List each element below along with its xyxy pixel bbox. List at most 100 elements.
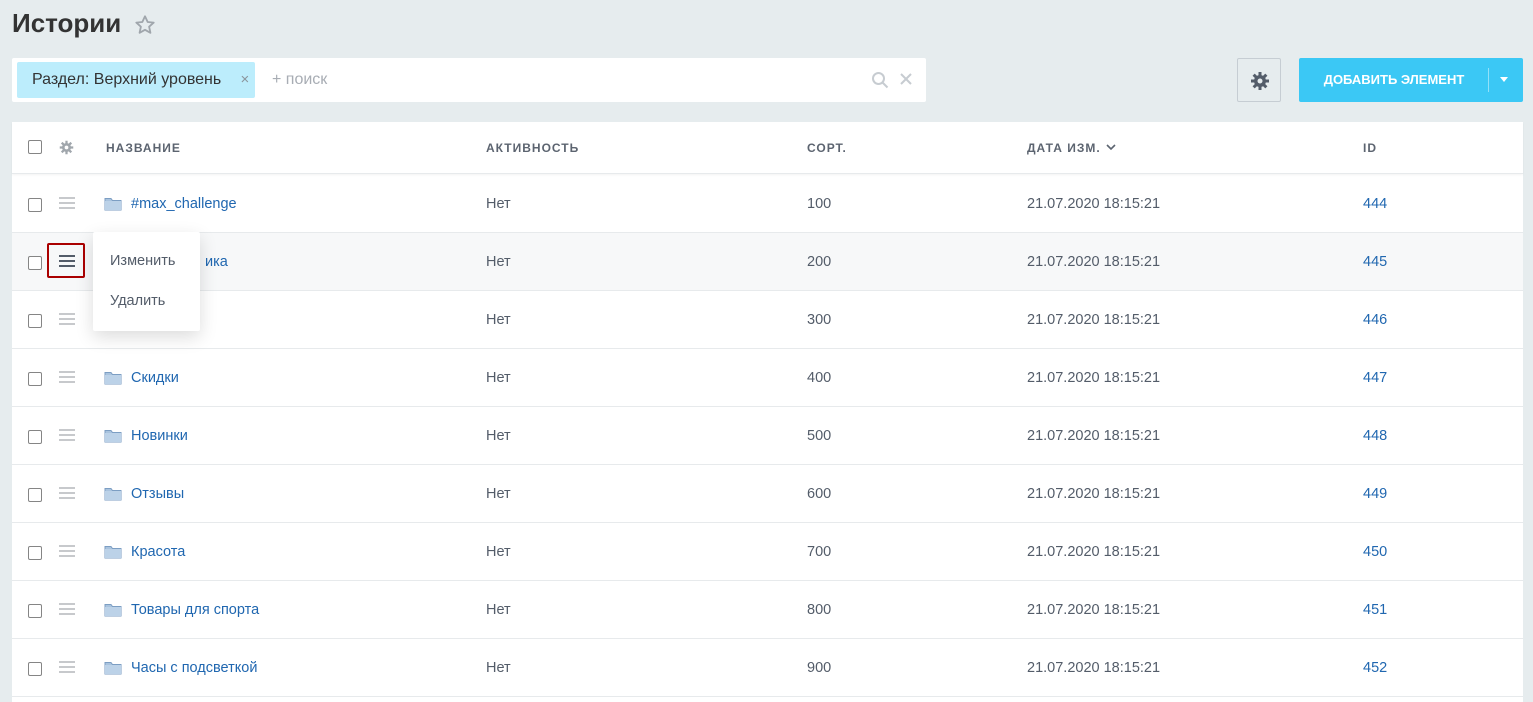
- row-date: 21.07.2020 18:15:21: [1027, 660, 1161, 676]
- folder-icon: [104, 602, 122, 617]
- chevron-down-icon[interactable]: [1500, 77, 1508, 82]
- row-date: 21.07.2020 18:15:21: [1027, 602, 1161, 618]
- row-active: Нет: [486, 428, 511, 444]
- filter-chip-label: Раздел: Верхний уровень: [32, 71, 222, 88]
- row-menu-icon[interactable]: [59, 661, 75, 675]
- filter-bar[interactable]: Раздел: Верхний уровень × + поиск: [12, 58, 926, 102]
- table-row[interactable]: Скидки Нет 400 21.07.2020 18:15:21 447: [12, 349, 1523, 407]
- row-sort: 600: [807, 486, 832, 502]
- row-name[interactable]: Часы с подсветкой: [131, 639, 257, 697]
- row-checkbox[interactable]: [28, 488, 42, 502]
- row-checkbox[interactable]: [28, 546, 42, 560]
- row-id[interactable]: 451: [1363, 581, 1387, 639]
- folder-icon: [104, 428, 122, 443]
- row-sort: 200: [807, 254, 832, 270]
- row-name[interactable]: Отзывы: [131, 465, 184, 523]
- row-name[interactable]: Красота: [131, 523, 185, 581]
- row-sort: 800: [807, 602, 832, 618]
- row-active: Нет: [486, 486, 511, 502]
- folder-icon: [104, 660, 122, 675]
- star-icon[interactable]: [134, 14, 156, 36]
- row-name[interactable]: Новинки: [131, 407, 188, 465]
- row-date: 21.07.2020 18:15:21: [1027, 254, 1161, 270]
- row-id[interactable]: 444: [1363, 175, 1387, 233]
- row-active: Нет: [486, 544, 511, 560]
- data-grid: НАЗВАНИЕ АКТИВНОСТЬ СОРТ. ДАТА ИЗМ. ID #…: [12, 122, 1523, 702]
- folder-icon: [104, 370, 122, 385]
- row-checkbox[interactable]: [28, 430, 42, 444]
- row-active: Нет: [486, 370, 511, 386]
- gear-icon[interactable]: [59, 140, 74, 155]
- search-icon[interactable]: [871, 71, 889, 89]
- row-menu-icon[interactable]: [59, 371, 75, 385]
- row-sort: 400: [807, 370, 832, 386]
- row-date: 21.07.2020 18:15:21: [1027, 428, 1161, 444]
- row-id[interactable]: 449: [1363, 465, 1387, 523]
- row-sort: 100: [807, 196, 832, 212]
- row-sort: 500: [807, 428, 832, 444]
- column-header-sort[interactable]: СОРТ.: [807, 122, 847, 174]
- row-menu-icon[interactable]: [59, 313, 75, 327]
- column-header-name[interactable]: НАЗВАНИЕ: [106, 122, 181, 174]
- row-checkbox[interactable]: [28, 662, 42, 676]
- row-checkbox[interactable]: [28, 198, 42, 212]
- table-row[interactable]: ика Нет 200 21.07.2020 18:15:21 445: [12, 233, 1523, 291]
- row-menu-icon[interactable]: [59, 255, 75, 269]
- row-sort: 700: [807, 544, 832, 560]
- search-input[interactable]: + поиск: [272, 58, 327, 102]
- row-sort: 300: [807, 312, 832, 328]
- page-title: Истории: [12, 8, 122, 38]
- row-date: 21.07.2020 18:15:21: [1027, 312, 1161, 328]
- gear-icon: [1251, 72, 1269, 90]
- grid-header: НАЗВАНИЕ АКТИВНОСТЬ СОРТ. ДАТА ИЗМ. ID: [12, 122, 1523, 174]
- column-header-date[interactable]: ДАТА ИЗМ.: [1027, 122, 1101, 174]
- row-name[interactable]: ика: [205, 233, 228, 291]
- filter-chip[interactable]: Раздел: Верхний уровень ×: [17, 62, 256, 98]
- row-name[interactable]: Скидки: [131, 349, 179, 407]
- row-menu-icon[interactable]: [59, 545, 75, 559]
- table-row[interactable]: Новинки Нет 500 21.07.2020 18:15:21 448: [12, 407, 1523, 465]
- row-name[interactable]: Товары для спорта: [131, 581, 259, 639]
- row-id[interactable]: 450: [1363, 523, 1387, 581]
- row-id[interactable]: 445: [1363, 233, 1387, 291]
- row-id[interactable]: 447: [1363, 349, 1387, 407]
- column-header-id[interactable]: ID: [1363, 122, 1377, 174]
- row-id[interactable]: 448: [1363, 407, 1387, 465]
- row-menu-icon[interactable]: [59, 429, 75, 443]
- add-button-divider: [1488, 68, 1489, 92]
- row-menu-icon[interactable]: [59, 603, 75, 617]
- settings-button[interactable]: [1237, 58, 1281, 102]
- table-row[interactable]: Товары для спорта Нет 800 21.07.2020 18:15:…: [12, 581, 1523, 639]
- folder-icon: [104, 486, 122, 501]
- table-row[interactable]: Красота Нет 700 21.07.2020 18:15:21 450: [12, 523, 1523, 581]
- add-element-button-label: ДОБАВИТЬ ЭЛЕМЕНТ: [1323, 72, 1465, 87]
- row-active: Нет: [486, 312, 511, 328]
- menu-item-delete[interactable]: Удалить: [110, 293, 165, 309]
- add-element-button[interactable]: ДОБАВИТЬ ЭЛЕМЕНТ: [1299, 58, 1523, 102]
- row-active: Нет: [486, 602, 511, 618]
- row-menu-icon[interactable]: [59, 487, 75, 501]
- table-row[interactable]: Отзывы Нет 600 21.07.2020 18:15:21 449: [12, 465, 1523, 523]
- table-row[interactable]: #max_challenge Нет 100 21.07.2020 18:15:21 4…: [12, 175, 1523, 233]
- row-context-menu: Изменить Удалить: [93, 232, 200, 331]
- menu-item-edit[interactable]: Изменить: [110, 253, 175, 269]
- row-sort: 900: [807, 660, 832, 676]
- filter-chip-close-icon[interactable]: ×: [240, 62, 249, 98]
- row-date: 21.07.2020 18:15:21: [1027, 544, 1161, 560]
- row-checkbox[interactable]: [28, 256, 42, 270]
- row-id[interactable]: 446: [1363, 291, 1387, 349]
- row-date: 21.07.2020 18:15:21: [1027, 370, 1161, 386]
- column-header-active[interactable]: АКТИВНОСТЬ: [486, 122, 579, 174]
- close-icon[interactable]: [899, 72, 913, 86]
- row-menu-icon[interactable]: [59, 197, 75, 211]
- row-checkbox[interactable]: [28, 604, 42, 618]
- select-all-checkbox[interactable]: [28, 140, 42, 154]
- row-id[interactable]: 452: [1363, 639, 1387, 697]
- chevron-down-icon[interactable]: [1106, 142, 1116, 152]
- row-active: Нет: [486, 254, 511, 270]
- row-checkbox[interactable]: [28, 372, 42, 386]
- table-row[interactable]: Часы с подсветкой Нет 900 21.07.2020 18:15:…: [12, 639, 1523, 697]
- row-checkbox[interactable]: [28, 314, 42, 328]
- table-row[interactable]: Нет 300 21.07.2020 18:15:21 446: [12, 291, 1523, 349]
- row-name[interactable]: #max_challenge: [131, 175, 237, 233]
